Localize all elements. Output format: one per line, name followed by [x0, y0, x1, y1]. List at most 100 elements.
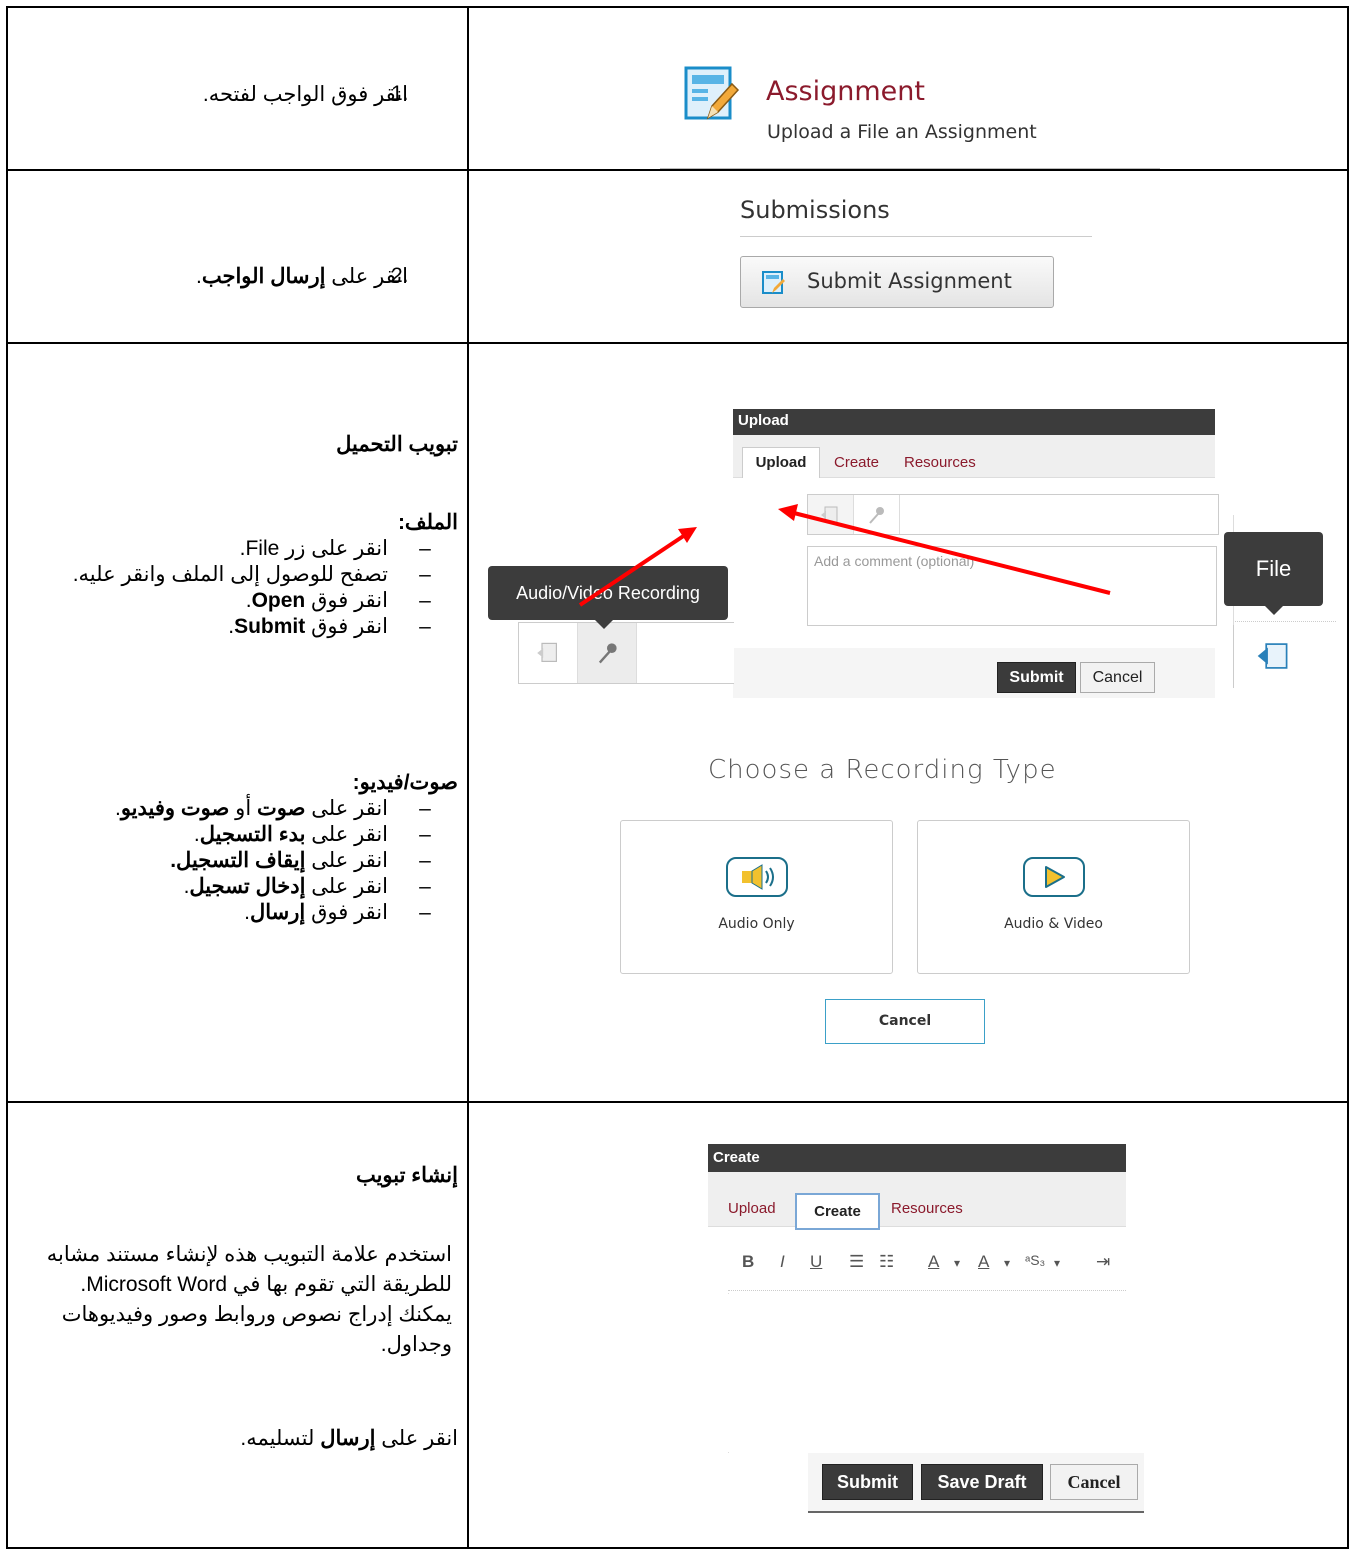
- text-style-button[interactable]: ᵃS₃: [1025, 1252, 1045, 1268]
- column-divider: [467, 6, 469, 1549]
- av-step: – انقر على إدخال تسجيل.: [183, 875, 431, 898]
- upload-panel-header: Upload: [733, 409, 1215, 435]
- av-step-bold: إرسال: [250, 901, 306, 924]
- tab-upload[interactable]: Upload: [742, 447, 820, 478]
- file-tooltip: File: [1224, 532, 1323, 606]
- audio-only-option[interactable]: Audio Only: [620, 820, 893, 974]
- av-step-prefix: انقر على: [305, 875, 388, 898]
- av-step: – انقر على بدء التسجيل.: [193, 823, 431, 846]
- numbered-list-button[interactable]: ☷: [879, 1252, 894, 1272]
- av-step-prefix: انقر على: [305, 823, 388, 846]
- av-step-bold: إدخال تسجيل: [189, 875, 306, 898]
- tab-resources[interactable]: Resources: [904, 454, 976, 471]
- submit-assignment-button[interactable]: Submit Assignment: [740, 256, 1054, 308]
- cropped-toolbar: [518, 622, 734, 684]
- file-heading: الملف:: [397, 511, 458, 534]
- italic-button[interactable]: I: [780, 1252, 785, 1272]
- recording-button[interactable]: [578, 623, 637, 683]
- av-step-bold2: صوت وفيديو: [120, 797, 230, 820]
- file-step: – انقر على زر File.: [239, 537, 431, 560]
- row2-instruction-bold: إرسال الواجب: [201, 265, 326, 288]
- file-step-bold: Submit: [234, 615, 306, 638]
- file-step-text: انقر على زر File.: [239, 537, 388, 560]
- final-suffix: لتسليمه.: [240, 1427, 321, 1450]
- assignment-link[interactable]: Assignment: [766, 76, 925, 107]
- arrow-to-recording: [578, 533, 687, 607]
- row1-instruction-text: انقر فوق الواجب لفتحه.: [202, 83, 408, 106]
- create-tab-heading: إنشاء تبويب: [355, 1164, 458, 1187]
- save-draft-button[interactable]: Save Draft: [921, 1464, 1043, 1500]
- recording-cancel-button[interactable]: Cancel: [825, 999, 985, 1044]
- file-step: – انقر فوق Submit.: [228, 615, 431, 638]
- toolbar-divider: [728, 1290, 1126, 1291]
- av-step-bold: إيقاف التسجيل.: [170, 849, 306, 872]
- underline-button[interactable]: U: [810, 1252, 822, 1272]
- font-color-button[interactable]: A: [928, 1252, 939, 1272]
- submissions-heading: Submissions: [740, 196, 890, 224]
- row-divider-1: [6, 169, 1349, 171]
- final-prefix: انقر على: [375, 1427, 458, 1450]
- cancel-button[interactable]: Cancel: [1080, 662, 1155, 693]
- create-final-instruction: انقر على إرسال لتسليمه.: [240, 1426, 458, 1452]
- assignment-separator: [660, 168, 1160, 169]
- chevron-down-icon[interactable]: ▾: [1054, 1256, 1060, 1270]
- assignment-subtitle: Upload a File an Assignment: [767, 121, 1037, 143]
- tooltip-pointer: [594, 619, 614, 629]
- chevron-down-icon[interactable]: ▾: [954, 1256, 960, 1270]
- row1-step-number: 1.: [391, 82, 409, 105]
- tab-upload[interactable]: Upload: [728, 1200, 776, 1217]
- create-tab-paragraph: استخدم علامة التبويب هذه لإنشاء مستند مش…: [46, 1243, 452, 1356]
- arrow-head: [678, 527, 697, 543]
- audio-only-label: Audio Only: [718, 916, 795, 932]
- bullet-list-button[interactable]: ☰: [849, 1252, 864, 1272]
- submissions-rule: [740, 236, 1092, 237]
- tab-resources[interactable]: Resources: [891, 1200, 963, 1217]
- microphone-icon: [598, 643, 617, 664]
- file-step-text: تصفح للوصول إلى الملف وانقر عليه.: [72, 563, 388, 586]
- av-step: – انقر على صوت أو صوت وفيديو.: [114, 797, 431, 820]
- submit-assignment-label: Submit Assignment: [807, 269, 1012, 293]
- assignment-icon: [762, 271, 785, 294]
- play-icon: [1022, 857, 1085, 897]
- audio-video-option[interactable]: Audio & Video: [917, 820, 1190, 974]
- file-steps: – انقر على زر File. – تصفح للوصول إلى المل…: [28, 536, 458, 640]
- recording-type-title: Choose a Recording Type: [708, 755, 1057, 785]
- av-step-prefix: انقر على: [305, 797, 388, 820]
- row-divider-2: [6, 342, 1349, 344]
- file-icon: [537, 642, 557, 662]
- tab-create[interactable]: Create: [834, 454, 879, 471]
- indent-button[interactable]: ⇥: [1096, 1252, 1110, 1272]
- file-icon[interactable]: [1256, 639, 1290, 673]
- row2-instruction: انقر على إرسال الواجب.: [196, 264, 408, 290]
- speaker-icon: [725, 857, 788, 897]
- highlight-color-button[interactable]: A: [978, 1252, 989, 1272]
- arrow-head: [778, 504, 798, 521]
- file-step: – انقر فوق Open.: [245, 589, 431, 612]
- upload-tab-heading: تبويب التحميل: [336, 433, 458, 456]
- file-step-prefix: انقر فوق: [305, 589, 388, 612]
- file-step-prefix: انقر فوق: [305, 615, 388, 638]
- audio-video-steps: – انقر على صوت أو صوت وفيديو. – انقر على ب…: [28, 796, 458, 926]
- file-toolbar-crop: [1233, 621, 1336, 688]
- bold-button[interactable]: B: [742, 1252, 754, 1272]
- row-divider-3: [6, 1101, 1349, 1103]
- create-panel-header: Create: [708, 1144, 1126, 1172]
- row1-instruction: انقر فوق الواجب لفتحه.: [203, 82, 408, 108]
- audio-video-heading: صوت/فيديو:: [352, 771, 458, 794]
- chevron-down-icon[interactable]: ▾: [1004, 1256, 1010, 1270]
- arrow-to-file: [789, 510, 1111, 595]
- editor-body[interactable]: [728, 1294, 1126, 1452]
- row2-step-number: 2.: [391, 264, 409, 287]
- av-step-bold: صوت: [257, 797, 306, 820]
- file-step: – تصفح للوصول إلى الملف وانقر عليه.: [72, 563, 431, 586]
- editor-toolbar: B I U ☰ ☷ A ▾ A ▾ ᵃS₃ ▾ ⇥: [728, 1236, 1126, 1294]
- tooltip-pointer: [1264, 605, 1284, 615]
- assignment-icon[interactable]: [684, 66, 740, 124]
- av-step-prefix: انقر على: [305, 849, 388, 872]
- tab-create[interactable]: Create: [795, 1193, 880, 1230]
- file-upload-button[interactable]: [519, 623, 578, 683]
- submit-button[interactable]: Submit: [997, 662, 1076, 693]
- submit-button[interactable]: Submit: [822, 1464, 913, 1500]
- file-step-bold: Open: [251, 589, 306, 612]
- cancel-button[interactable]: Cancel: [1050, 1464, 1138, 1500]
